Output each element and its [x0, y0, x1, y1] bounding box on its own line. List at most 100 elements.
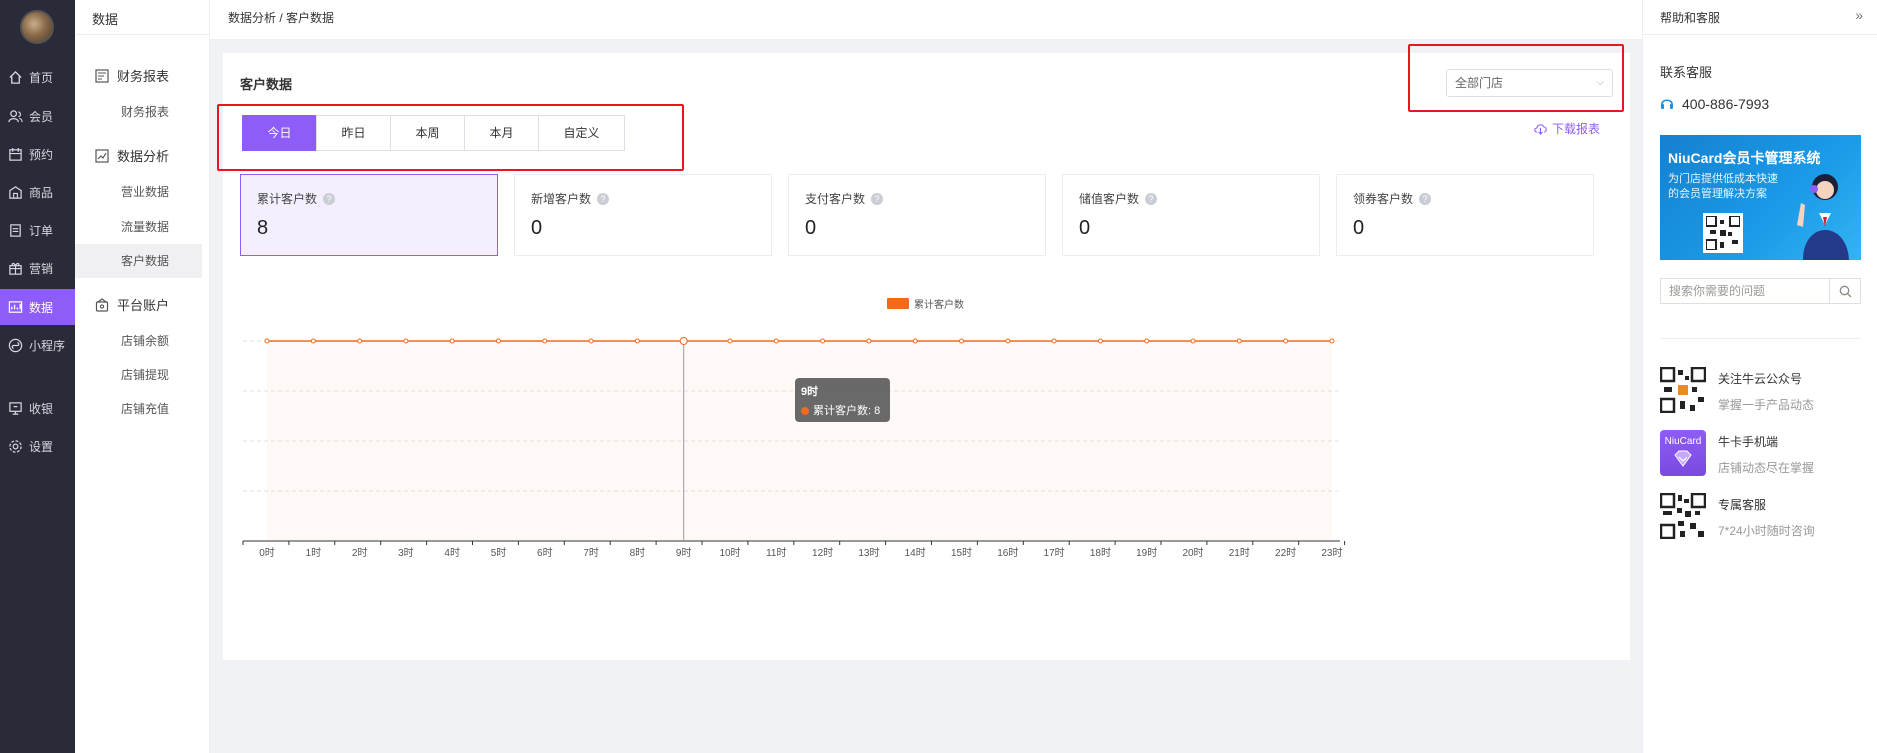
divider [1660, 338, 1861, 339]
help-item-mobile[interactable]: NiuCard 牛卡手机端 店铺动态尽在掌握 [1660, 430, 1814, 476]
tooltip-dot [801, 407, 809, 416]
cloud-download-icon [1533, 123, 1548, 135]
marketing-icon [7, 260, 23, 276]
x-tick-label: 17时 [1044, 547, 1065, 559]
tab-this-month[interactable]: 本月 [464, 115, 539, 151]
x-tick-label: 7时 [583, 547, 599, 559]
stat-card-stored-value-customers[interactable]: 储值客户数? 0 [1062, 174, 1320, 256]
stat-label-text: 储值客户数 [1079, 192, 1140, 206]
tab-custom[interactable]: 自定义 [538, 115, 625, 151]
x-tick-label: 1时 [306, 547, 322, 559]
help-item-wechat[interactable]: 关注牛云公众号 掌握一手产品动态 [1660, 367, 1814, 413]
search-button[interactable] [1829, 279, 1860, 303]
stat-card-new-customers[interactable]: 新增客户数? 0 [514, 174, 772, 256]
double-chevron-right-icon[interactable]: » [1855, 7, 1863, 23]
x-tick-label: 12时 [812, 547, 833, 559]
niucard-logo: NiuCard [1660, 430, 1706, 476]
submenu-title: 数据 [92, 12, 119, 27]
stat-value: 8 [257, 217, 269, 239]
submenu-group-platform[interactable]: 平台账户 [95, 295, 169, 314]
help-icon[interactable]: ? [597, 192, 610, 205]
chevron-down-icon: ⌵ [1596, 77, 1604, 88]
stat-card-paying-customers[interactable]: 支付客户数? 0 [788, 174, 1046, 256]
stat-value: 0 [805, 217, 817, 239]
data-point [679, 337, 688, 345]
help-icon[interactable]: ? [871, 192, 884, 205]
members-icon [7, 108, 23, 124]
tab-this-week[interactable]: 本周 [390, 115, 465, 151]
customer-service-illustration [1797, 174, 1849, 260]
data-point [866, 338, 872, 344]
stat-label-text: 累计客户数 [257, 192, 318, 206]
cashier-icon [7, 400, 23, 416]
submenu-item-traffic-data[interactable]: 流量数据 [75, 210, 202, 244]
help-item-title: 专属客服 [1718, 498, 1767, 512]
help-icon[interactable]: ? [1145, 192, 1158, 205]
settings-icon [7, 438, 23, 454]
help-item-text: 关注牛云公众号 掌握一手产品动态 [1718, 367, 1814, 413]
x-tick-label: 14时 [905, 547, 926, 559]
tab-yesterday[interactable]: 昨日 [316, 115, 391, 151]
nav-item-label: 首页 [29, 70, 54, 85]
download-report-button[interactable]: 下载报表 [1533, 120, 1600, 137]
nav-item-label: 设置 [29, 439, 54, 454]
submenu-item-store-balance[interactable]: 店铺余额 [75, 324, 202, 358]
stat-card-coupon-customers[interactable]: 领券客户数? 0 [1336, 174, 1594, 256]
headset-icon [1660, 97, 1674, 111]
data-point [449, 338, 455, 344]
submenu-item-business-data[interactable]: 营业数据 [75, 175, 202, 209]
store-select[interactable]: 全部门店 ⌵ [1446, 69, 1613, 97]
x-tick-label: 9时 [676, 547, 692, 559]
x-tick-label: 6时 [537, 547, 553, 559]
phone-number[interactable]: 400-886-7993 [1660, 96, 1769, 112]
series-area [267, 341, 1332, 541]
nav-item-label: 数据 [29, 300, 54, 315]
stat-cards: 累计客户数? 8 新增客户数? 0 支付客户数? 0 储值客户数? 0 领券客户… [240, 174, 1594, 256]
stat-value: 0 [1353, 217, 1365, 239]
submenu-item-customer-data[interactable]: 客户数据 [75, 244, 202, 278]
data-point [1005, 338, 1011, 344]
nav-item-marketing[interactable]: 营销 [0, 250, 75, 286]
x-tick-label: 2时 [352, 547, 368, 559]
tooltip-value: 8 [874, 405, 881, 417]
data-point [1097, 338, 1103, 344]
nav-item-label: 订单 [29, 223, 54, 238]
help-icon[interactable]: ? [1419, 192, 1432, 205]
nav-item-booking[interactable]: 预约 [0, 136, 75, 172]
customer-line-chart[interactable]: 024680时1时2时3时4时5时6时7时8时9时10时11时12时13时14时… [233, 283, 1623, 663]
miniprogram-icon [7, 337, 23, 353]
data-point [1190, 338, 1196, 344]
nav-item-goods[interactable]: 商品 [0, 174, 75, 210]
submenu-item-store-recharge[interactable]: 店铺充值 [75, 392, 202, 426]
niucard-banner[interactable]: NiuCard会员卡管理系统 为门店提供低成本快速的会员管理解决方案 [1660, 135, 1861, 260]
stat-label: 储值客户数? [1079, 190, 1158, 207]
stat-card-total-customers[interactable]: 累计客户数? 8 [240, 174, 498, 256]
data-point [496, 338, 501, 344]
avatar[interactable] [20, 10, 54, 44]
x-tick-label: 11时 [766, 547, 786, 559]
tab-today[interactable]: 今日 [242, 115, 317, 151]
nav-item-home[interactable]: 首页 [0, 59, 75, 95]
phone-text: 400-886-7993 [1682, 96, 1770, 112]
help-search-input[interactable] [1661, 279, 1829, 303]
submenu-item-finance-report[interactable]: 财务报表 [75, 95, 202, 129]
stat-label: 领券客户数? [1353, 190, 1432, 207]
nav-item-miniprogram[interactable]: 小程序 [0, 327, 75, 363]
help-item-service[interactable]: 专属客服 7*24小时随时咨询 [1660, 493, 1815, 539]
submenu-group-finance[interactable]: 财务报表 [95, 66, 169, 85]
nav-item-settings[interactable]: 设置 [0, 428, 75, 464]
submenu-group-analysis[interactable]: 数据分析 [95, 146, 169, 165]
data-point [1236, 338, 1242, 344]
data-point [310, 338, 316, 344]
data-point [542, 338, 548, 344]
nav-item-members[interactable]: 会员 [0, 98, 75, 134]
nav-item-data[interactable]: 数据 [0, 289, 75, 325]
x-tick-label: 22时 [1275, 547, 1296, 559]
search-icon [1839, 285, 1851, 297]
submenu-item-store-withdraw[interactable]: 店铺提现 [75, 358, 202, 392]
nav-item-cashier[interactable]: 收银 [0, 390, 75, 426]
nav-item-orders[interactable]: 订单 [0, 212, 75, 248]
help-item-text: 牛卡手机端 店铺动态尽在掌握 [1718, 430, 1814, 476]
help-icon[interactable]: ? [323, 192, 336, 205]
stat-label: 支付客户数? [805, 190, 884, 207]
